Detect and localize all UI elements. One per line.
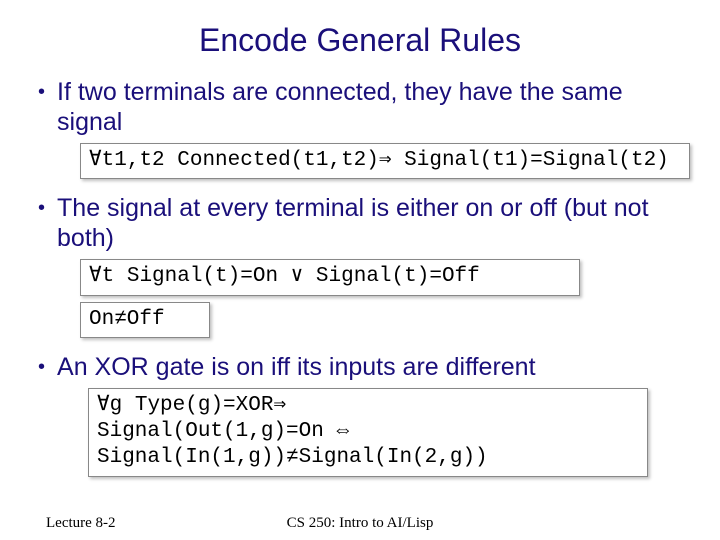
bullet-dot-icon: • — [38, 193, 45, 223]
bullet-text: An XOR gate is on iff its inputs are dif… — [57, 352, 690, 382]
bullet-text: The signal at every terminal is either o… — [57, 193, 690, 253]
slide-footer: Lecture 8-2 CS 250: Intro to AI/Lisp — [0, 515, 720, 532]
bullet-item: • The signal at every terminal is either… — [30, 193, 690, 253]
bullet-dot-icon: • — [38, 77, 45, 107]
formula-box: ∀g Type(g)=XOR⇒ Signal(Out(1,g)=On ⇔ Sig… — [88, 388, 648, 477]
formula-box: ∀t1,t2 Connected(t1,t2)⇒ Signal(t1)=Sign… — [80, 143, 690, 179]
bullet-item: • An XOR gate is on iff its inputs are d… — [30, 352, 690, 382]
slide: Encode General Rules • If two terminals … — [0, 0, 720, 540]
footer-left: Lecture 8-2 — [0, 515, 116, 532]
bullet-dot-icon: • — [38, 352, 45, 382]
formula-box: ∀t Signal(t)=On ∨ Signal(t)=Off — [80, 259, 580, 295]
footer-center: CS 250: Intro to AI/Lisp — [287, 515, 434, 532]
bullet-text: If two terminals are connected, they hav… — [57, 77, 690, 137]
slide-title: Encode General Rules — [30, 22, 690, 59]
bullet-item: • If two terminals are connected, they h… — [30, 77, 690, 137]
formula-box: On≠Off — [80, 302, 210, 338]
